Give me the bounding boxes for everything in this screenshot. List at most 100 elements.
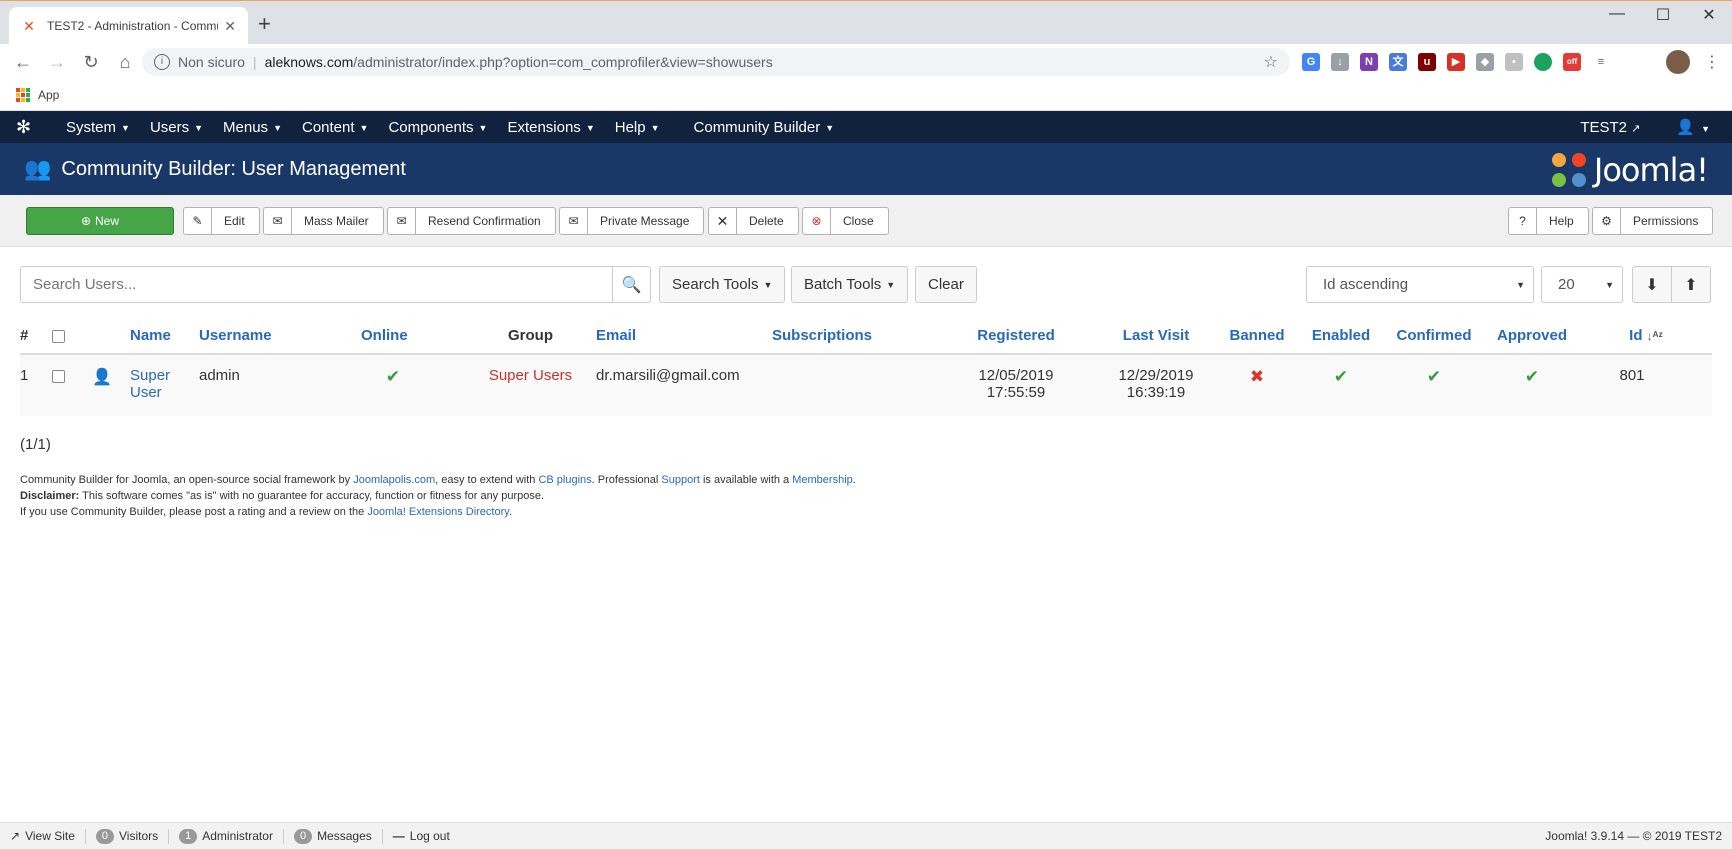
gear-icon: ⚙	[1593, 208, 1621, 234]
window-close-icon[interactable]: ✕	[1686, 5, 1732, 25]
help-button[interactable]: ? Help	[1508, 207, 1589, 235]
menu-extensions[interactable]: Extensions ▼	[507, 119, 594, 136]
bookmark-star-icon[interactable]: ☆	[1264, 52, 1278, 72]
browser-menu-icon[interactable]: ⋮	[1704, 52, 1720, 72]
export-button[interactable]: ⬇	[1632, 266, 1672, 303]
bookmark-apps[interactable]: App	[38, 88, 59, 102]
row-checkbox[interactable]	[52, 369, 65, 383]
off-extension-icon[interactable]: off	[1563, 53, 1581, 71]
shield-extension-icon[interactable]: ◆	[1476, 53, 1494, 71]
new-button[interactable]: ⊕ New	[26, 207, 174, 235]
resend-confirmation-button[interactable]: ✉ Resend Confirmation	[387, 207, 556, 235]
membership-link[interactable]: Membership	[792, 474, 853, 486]
forward-icon[interactable]: →	[42, 52, 72, 73]
user-email[interactable]: dr.marsili@gmail.com	[596, 354, 772, 416]
batch-tools-button[interactable]: Batch Tools ▼	[791, 266, 909, 303]
banned-x-icon[interactable]: ✖	[1250, 367, 1264, 386]
import-button[interactable]: ⬆	[1671, 266, 1711, 303]
support-link[interactable]: Support	[661, 474, 700, 486]
user-name-link[interactable]: Super User	[130, 354, 199, 416]
search-tools-button[interactable]: Search Tools ▼	[659, 266, 786, 303]
site-link[interactable]: TEST2 ↗	[1580, 119, 1640, 136]
menu-content[interactable]: Content ▼	[302, 119, 368, 136]
menu-users[interactable]: Users ▼	[150, 119, 203, 136]
menu-components[interactable]: Components ▼	[388, 119, 487, 136]
google-extension-icon[interactable]: G	[1302, 53, 1320, 71]
jed-link[interactable]: Joomla! Extensions Directory	[367, 506, 509, 518]
messages-status[interactable]: 0 Messages	[284, 828, 383, 844]
close-tab-icon[interactable]: ✕	[224, 18, 236, 35]
private-message-button[interactable]: ✉ Private Message	[559, 207, 705, 235]
user-icon: 👤	[1676, 119, 1696, 136]
download-extension-icon[interactable]: ↓	[1331, 53, 1349, 71]
envelope-icon: ✉	[388, 208, 416, 234]
search-icon[interactable]: 🔍	[612, 267, 650, 302]
col-approved[interactable]: Approved	[1484, 318, 1580, 355]
menu-community-builder[interactable]: Community Builder ▼	[694, 119, 835, 136]
profile-avatar[interactable]	[1666, 50, 1690, 74]
question-icon: ?	[1509, 208, 1537, 234]
col-enabled[interactable]: Enabled	[1298, 318, 1384, 355]
back-icon[interactable]: ←	[8, 52, 38, 73]
reload-icon[interactable]: ↻	[76, 52, 106, 73]
limit-select[interactable]: 20 ▼	[1541, 266, 1623, 303]
col-email[interactable]: Email	[596, 318, 772, 355]
menu-menus[interactable]: Menus ▼	[223, 119, 282, 136]
permissions-button[interactable]: ⚙ Permissions	[1592, 207, 1714, 235]
delete-button[interactable]: ✕ Delete	[708, 207, 799, 235]
col-online[interactable]: Online	[361, 318, 465, 355]
caret-down-icon: ▼	[825, 122, 835, 133]
row-number: 1	[20, 354, 52, 416]
ordering-select[interactable]: Id ascending ▼	[1306, 266, 1534, 303]
edit-button[interactable]: ✎ Edit	[183, 207, 260, 235]
cb-plugins-link[interactable]: CB plugins	[538, 474, 591, 486]
translate-extension-icon[interactable]: 文	[1389, 53, 1407, 71]
caret-down-icon: ▼	[1701, 124, 1710, 134]
confirmed-check-icon[interactable]: ✔	[1427, 367, 1441, 386]
caret-down-icon: ▼	[359, 122, 369, 133]
joomlapolis-link[interactable]: Joomlapolis.com	[353, 474, 435, 486]
col-subscriptions[interactable]: Subscriptions	[772, 318, 936, 355]
caret-down-icon: ▼	[194, 122, 204, 133]
new-tab-icon[interactable]: +	[258, 13, 271, 35]
menu-help[interactable]: Help ▼	[615, 119, 660, 136]
approved-check-icon[interactable]: ✔	[1525, 367, 1539, 386]
user-menu[interactable]: 👤 ▼	[1676, 118, 1710, 136]
action-toolbar: ⊕ New ✎ Edit ✉ Mass Mailer ✉ Resend Confirma…	[0, 195, 1732, 247]
home-icon[interactable]: ⌂	[110, 52, 140, 73]
col-username[interactable]: Username	[199, 318, 361, 355]
playlist-extension-icon[interactable]: ≡	[1592, 53, 1610, 71]
video-extension-icon[interactable]: ▶	[1447, 53, 1465, 71]
col-banned[interactable]: Banned	[1216, 318, 1298, 355]
media-extension-icon[interactable]: ▪	[1505, 53, 1523, 71]
maximize-icon[interactable]: ☐	[1640, 5, 1686, 25]
select-all-checkbox[interactable]	[52, 329, 65, 343]
user-registered: 12/05/2019 17:55:59	[936, 354, 1096, 416]
ublock-extension-icon[interactable]: u	[1418, 53, 1436, 71]
joomla-icon[interactable]: ✻	[16, 117, 52, 138]
footer-notes: Community Builder for Joomla, an open-so…	[20, 474, 856, 518]
info-icon[interactable]: i	[154, 54, 170, 70]
apps-grid-icon[interactable]	[16, 88, 30, 102]
mass-mailer-button[interactable]: ✉ Mass Mailer	[263, 207, 384, 235]
col-id[interactable]: Id ↓ᴬᶻ	[1580, 318, 1712, 355]
enabled-check-icon[interactable]: ✔	[1334, 367, 1348, 386]
col-name[interactable]: Name	[130, 318, 199, 355]
user-icon: 👤	[92, 369, 112, 386]
col-confirmed[interactable]: Confirmed	[1384, 318, 1484, 355]
onenote-extension-icon[interactable]: N	[1360, 53, 1378, 71]
logout-link[interactable]: — Log out	[383, 829, 460, 844]
clear-button[interactable]: Clear	[915, 266, 977, 303]
green-extension-icon[interactable]	[1534, 53, 1552, 71]
browser-tab[interactable]: ✕ TEST2 - Administration - Commu ✕	[9, 7, 248, 45]
minimize-icon[interactable]: —	[1594, 5, 1640, 23]
envelope-icon: ✉	[264, 208, 292, 234]
col-last-visit[interactable]: Last Visit	[1096, 318, 1216, 355]
address-bar[interactable]: i Non sicuro | aleknows.com/administrato…	[142, 48, 1290, 76]
col-registered[interactable]: Registered	[936, 318, 1096, 355]
view-site-link[interactable]: ↗ View Site	[0, 828, 86, 844]
search-input[interactable]	[21, 267, 612, 302]
menu-system[interactable]: System ▼	[66, 119, 130, 136]
search-box: 🔍	[20, 266, 651, 303]
close-button[interactable]: ⊗ Close	[802, 207, 889, 235]
